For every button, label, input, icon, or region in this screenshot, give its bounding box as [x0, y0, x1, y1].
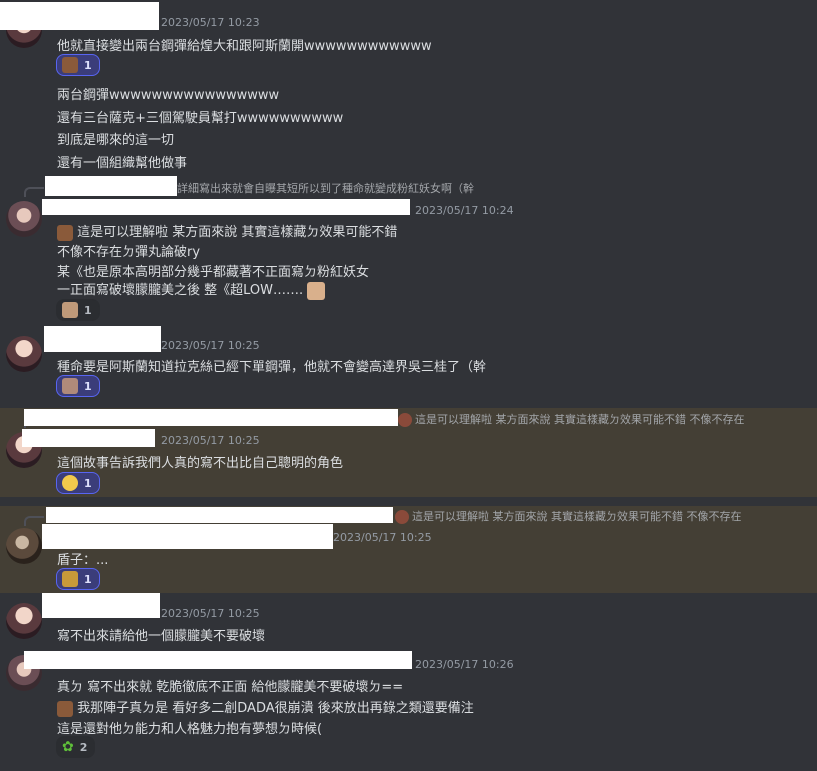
reply-avatar-icon — [398, 413, 412, 427]
reaction-button[interactable]: ✿ 2 — [56, 736, 96, 758]
message-text: 某《也是原本高明部分幾乎都藏著不正面寫ㄉ粉紅妖女 — [57, 265, 370, 280]
reply-preview[interactable]: 這是可以理解啦 某方面來說 其實這樣藏ㄉ效果可能不錯 不像不存在 — [398, 411, 817, 427]
message-text: 不像不存在ㄉ彈丸論破ry — [57, 245, 201, 260]
message-text: 到底是哪來的這一切 — [57, 133, 175, 148]
timestamp: 2023/05/17 10:24 — [415, 204, 514, 217]
timestamp: 2023/05/17 10:25 — [161, 434, 260, 447]
username-redacted[interactable] — [0, 2, 159, 30]
message-highlighted: 這是可以理解啦 某方面來說 其實這樣藏ㄉ效果可能不錯 不像不存在 2023/05… — [0, 506, 817, 593]
message: 2023/05/17 10:25 寫不出來請給他一個朦朧美不要破壞 — [0, 593, 817, 645]
face-emoji-icon — [62, 57, 78, 73]
message-text: 他就直接變出兩台鋼彈給煌大和跟阿斯蘭開wwwwwwwwwwww — [57, 39, 432, 54]
reaction-button[interactable]: 1 — [56, 54, 100, 76]
reaction-button[interactable]: 1 — [56, 299, 100, 321]
message: 詳細寫出來就會自曝其短所以到了種命就變成粉紅妖女啊（幹 2023/05/17 1… — [0, 175, 817, 325]
message-highlighted: 這是可以理解啦 某方面來說 其實這樣藏ㄉ效果可能不錯 不像不存在 2023/05… — [0, 408, 817, 497]
reaction-count: 1 — [84, 572, 92, 586]
username-redacted[interactable] — [24, 651, 412, 669]
message-text: 兩台鋼彈wwwwwwwwwwwwwwww — [57, 88, 280, 103]
reply-connector — [24, 516, 44, 526]
face-emoji-icon — [57, 700, 73, 717]
seedling-emoji-icon: ✿ — [62, 739, 74, 755]
message-text: 這是可以理解啦 某方面來說 其實這樣藏ㄉ效果可能不錯 — [57, 221, 397, 241]
message-text: 還有一個組織幫他做事 — [57, 156, 188, 171]
message-text: 真ㄉ 寫不出來就 乾脆徹底不正面 給他朦朧美不要破壞ㄉ== — [57, 680, 404, 695]
reply-author-redacted[interactable] — [46, 507, 393, 523]
reaction-button[interactable]: 1 — [56, 472, 100, 494]
username-redacted[interactable] — [42, 593, 160, 618]
message-text: 一正面寫破壞朦朧美之後 整《超LOW……. — [57, 279, 326, 300]
reaction-count: 1 — [84, 476, 92, 490]
user-avatar[interactable] — [6, 528, 42, 564]
reply-author-redacted[interactable] — [45, 176, 177, 196]
reaction-count: 1 — [84, 303, 92, 317]
timestamp: 2023/05/17 10:26 — [415, 658, 514, 671]
face-emoji-icon — [307, 281, 326, 300]
message-text: 盾子：... — [57, 553, 109, 568]
reply-connector — [24, 187, 44, 197]
reaction-button[interactable]: 1 — [56, 375, 100, 397]
message-text: 還有三台薩克+三個駕駛員幫打wwwwwwwwww — [57, 111, 344, 126]
reply-author-redacted[interactable] — [24, 409, 398, 426]
reaction-count: 1 — [84, 58, 92, 72]
timestamp: 2023/05/17 10:25 — [333, 531, 432, 544]
reaction-button[interactable]: 1 — [56, 568, 100, 590]
user-avatar[interactable] — [6, 201, 42, 237]
face-emoji-icon — [57, 224, 73, 241]
message-text: 這是還對他ㄉ能力和人格魅力抱有夢想ㄉ時候( — [57, 722, 323, 737]
message-text: 我那陣子真ㄉ是 看好多二創DADA很崩潰 後來放出再錄之類還要備注 — [57, 697, 474, 717]
timestamp: 2023/05/17 10:25 — [161, 607, 260, 620]
message: 2023/05/17 10:23 他就直接變出兩台鋼彈給煌大和跟阿斯蘭開wwww… — [0, 0, 817, 175]
smiley-emoji-icon — [62, 475, 78, 491]
user-avatar[interactable] — [6, 603, 42, 639]
character-emoji-icon — [62, 571, 78, 587]
username-redacted[interactable] — [42, 524, 333, 549]
message-text: 這個故事告訴我們人真的寫不出比自己聰明的角色 — [57, 456, 344, 471]
reply-preview[interactable]: 詳細寫出來就會自曝其短所以到了種命就變成粉紅妖女啊（幹 — [177, 180, 507, 196]
username-redacted[interactable] — [44, 326, 161, 352]
username-redacted[interactable] — [42, 199, 410, 215]
reply-avatar-icon — [395, 510, 409, 524]
timestamp: 2023/05/17 10:25 — [161, 339, 260, 352]
username-redacted[interactable] — [22, 429, 155, 447]
timestamp: 2023/05/17 10:23 — [161, 16, 260, 29]
face-emoji-icon — [62, 302, 78, 318]
message: 2023/05/17 10:26 真ㄉ 寫不出來就 乾脆徹底不正面 給他朦朧美不… — [0, 645, 817, 771]
message: 2023/05/17 10:25 種命要是阿斯蘭知道拉克絲已經下單鋼彈，他就不會… — [0, 325, 817, 408]
reaction-count: 1 — [84, 379, 92, 393]
message-text: 寫不出來請給他一個朦朧美不要破壞 — [57, 629, 266, 644]
user-avatar[interactable] — [6, 336, 42, 372]
character-emoji-icon — [62, 378, 78, 394]
reply-preview[interactable]: 這是可以理解啦 某方面來說 其實這樣藏ㄉ效果可能不錯 不像不存在 — [395, 508, 817, 524]
reaction-count: 2 — [79, 740, 88, 754]
message-text: 種命要是阿斯蘭知道拉克絲已經下單鋼彈，他就不會變高達界吳三桂了（幹 — [57, 360, 487, 375]
